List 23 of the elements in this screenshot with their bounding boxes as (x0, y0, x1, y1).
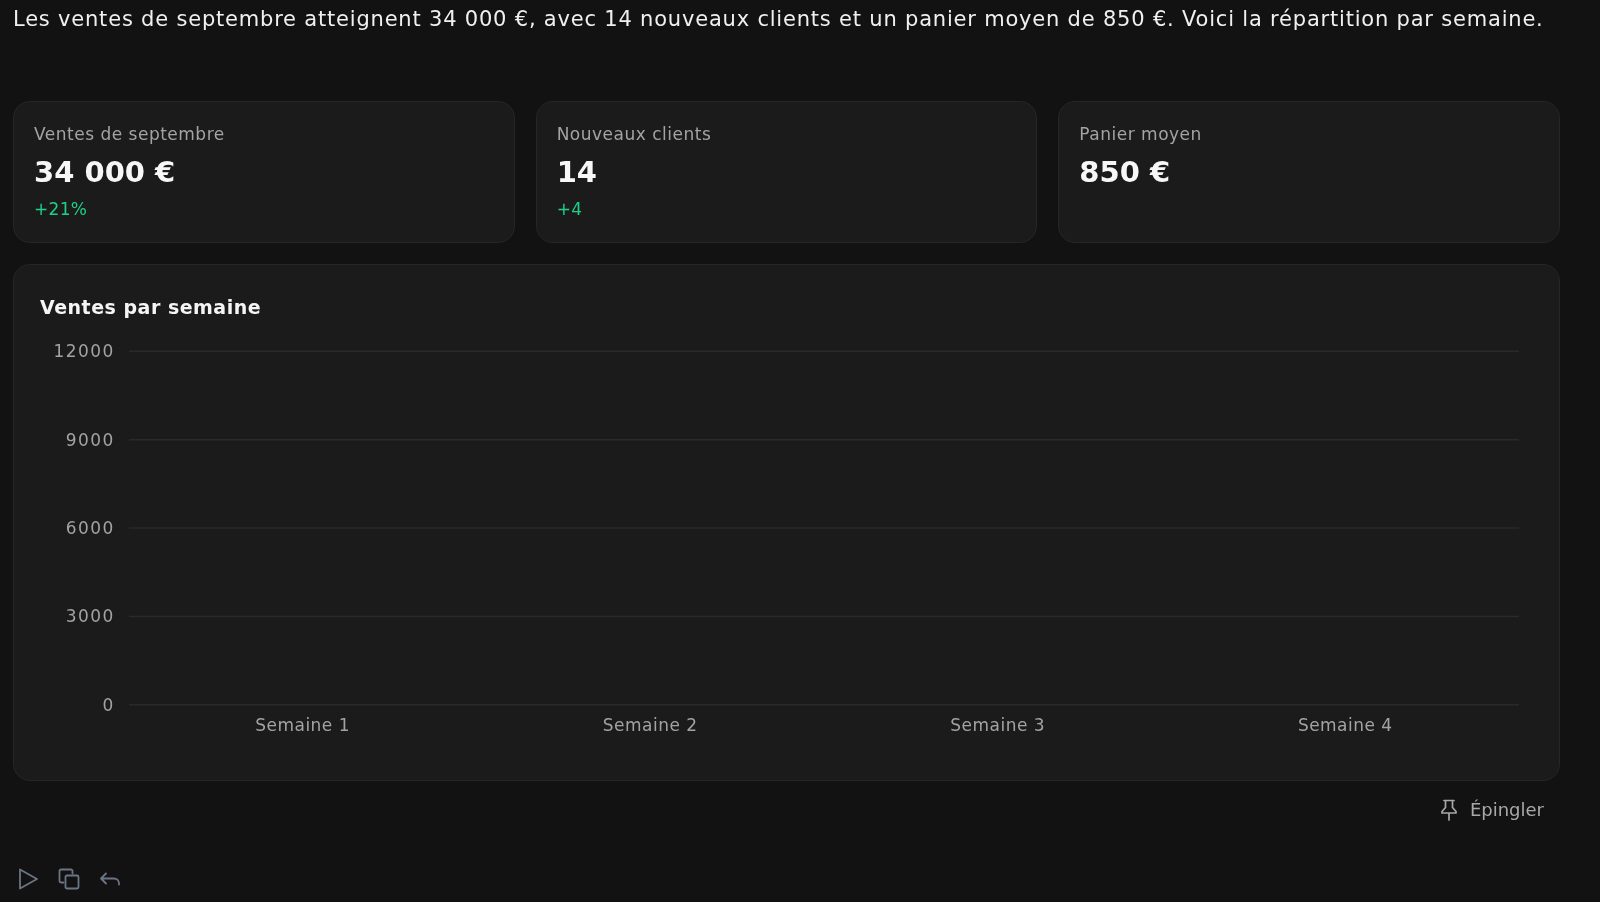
x-axis-label: Semaine 2 (602, 714, 698, 735)
play-icon[interactable] (17, 868, 39, 890)
y-axis-label: 9000 (65, 429, 115, 450)
stat-label: Nouveaux clients (556, 123, 712, 145)
chart-title: Ventes par semaine (40, 295, 262, 319)
pin-button[interactable]: Épingler (1433, 794, 1560, 826)
stat-value: 34 000 € (34, 154, 176, 190)
stat-value: 14 (556, 154, 597, 190)
y-axis-label: 0 (102, 694, 115, 715)
stat-change: +4 (556, 198, 583, 220)
message-text: Les ventes de septembre atteignent 34 000 €, avec 14 nouveaux clients et un panier moyen de 850 €. Voici la répartition par semaine. (13, 6, 1544, 33)
x-axis-label: Semaine 3 (950, 714, 1046, 735)
stat-label: Ventes de septembre (34, 123, 225, 145)
y-axis-label: 6000 (65, 518, 115, 538)
x-axis-label: Semaine 4 (1297, 714, 1393, 735)
y-axis-label: 12000 (53, 341, 115, 362)
copy-icon[interactable] (58, 868, 80, 890)
stat-value: 850 € (1079, 154, 1171, 190)
pushpin-icon (1439, 799, 1458, 821)
x-axis-label: Semaine 1 (255, 714, 350, 735)
stat-change: +21% (34, 198, 88, 220)
y-axis-label: 3000 (65, 606, 115, 627)
stat-label: Panier moyen (1079, 123, 1202, 145)
